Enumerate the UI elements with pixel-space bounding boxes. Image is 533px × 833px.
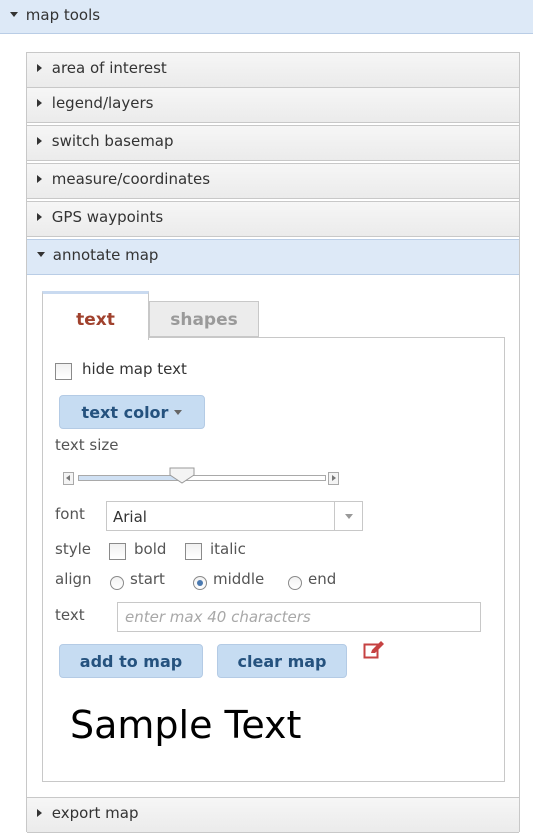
text-tab-panel: hide map text text color text size font: [42, 337, 505, 782]
annotate-tabs: text shapes hide map text text color tex…: [42, 291, 506, 783]
sample-text-preview: Sample Text: [70, 703, 302, 747]
triangle-right-icon: [37, 136, 42, 145]
arrow-left-icon: [66, 475, 70, 481]
italic-checkbox[interactable]: [185, 543, 202, 560]
triangle-right-icon: [37, 212, 42, 221]
accordion-label: annotate map: [52, 246, 159, 264]
accordion-label: GPS waypoints: [51, 208, 164, 226]
triangle-right-icon: [37, 63, 42, 72]
accordion-label: switch basemap: [51, 132, 174, 150]
accordion-label: export map: [51, 804, 139, 822]
text-size-slider-thumb[interactable]: [169, 467, 195, 484]
italic-label: italic: [210, 540, 246, 558]
chevron-down-icon: [345, 514, 353, 519]
align-label: align: [55, 570, 92, 588]
hide-map-text-checkbox[interactable]: [55, 363, 72, 380]
clear-map-button[interactable]: clear map: [217, 644, 347, 678]
bold-label: bold: [134, 540, 167, 558]
align-middle-radio[interactable]: [193, 576, 207, 590]
text-size-label: text size: [55, 436, 119, 454]
map-tools-header[interactable]: map tools: [0, 0, 533, 34]
bold-checkbox[interactable]: [109, 543, 126, 560]
accordion-measure-coordinates[interactable]: measure/coordinates: [27, 163, 519, 199]
font-select-value: Arial: [113, 508, 147, 526]
font-label: font: [55, 505, 85, 523]
slider-right-arrow[interactable]: [328, 472, 339, 485]
accordion-switch-basemap[interactable]: switch basemap: [27, 125, 519, 161]
triangle-right-icon: [37, 98, 42, 107]
align-start-label: start: [130, 570, 165, 588]
accordion-gps-waypoints[interactable]: GPS waypoints: [27, 201, 519, 237]
triangle-down-icon: [37, 252, 45, 257]
accordion-label: measure/coordinates: [51, 170, 211, 188]
pencil-edit-icon[interactable]: [363, 640, 385, 660]
align-end-label: end: [308, 570, 337, 588]
font-select-dropdown-button[interactable]: [334, 502, 362, 530]
accordion-label: area of interest: [51, 59, 167, 77]
annotation-text-input[interactable]: [117, 602, 481, 632]
arrow-right-icon: [332, 475, 336, 481]
accordion-label: legend/layers: [51, 94, 154, 112]
text-size-slider-fill: [79, 476, 182, 480]
text-color-button[interactable]: text color: [59, 395, 205, 429]
align-middle-label: middle: [213, 570, 265, 588]
tab-shapes[interactable]: shapes: [149, 301, 259, 337]
text-color-label: text color: [81, 403, 169, 422]
text-label: text: [55, 606, 85, 624]
slider-left-arrow[interactable]: [63, 472, 74, 485]
text-size-slider-track[interactable]: [78, 475, 326, 481]
font-select[interactable]: Arial: [106, 501, 363, 531]
triangle-down-icon: [10, 11, 18, 17]
add-to-map-button[interactable]: add to map: [59, 644, 203, 678]
tab-text[interactable]: text: [42, 291, 149, 340]
hide-map-text-label: hide map text: [82, 360, 187, 378]
map-tools-panel: area of interest legend/layers switch ba…: [26, 52, 520, 833]
accordion-export-map[interactable]: export map: [27, 797, 519, 833]
triangle-right-icon: [37, 174, 42, 183]
chevron-down-icon: [174, 410, 183, 415]
accordion-area-of-interest[interactable]: area of interest: [27, 52, 519, 88]
align-end-radio[interactable]: [288, 576, 302, 590]
style-label: style: [55, 540, 91, 558]
triangle-right-icon: [37, 808, 42, 817]
accordion-annotate-map[interactable]: annotate map: [27, 239, 519, 275]
map-tools-label: map tools: [25, 6, 101, 24]
accordion-legend-layers[interactable]: legend/layers: [27, 87, 519, 123]
align-start-radio[interactable]: [110, 576, 124, 590]
